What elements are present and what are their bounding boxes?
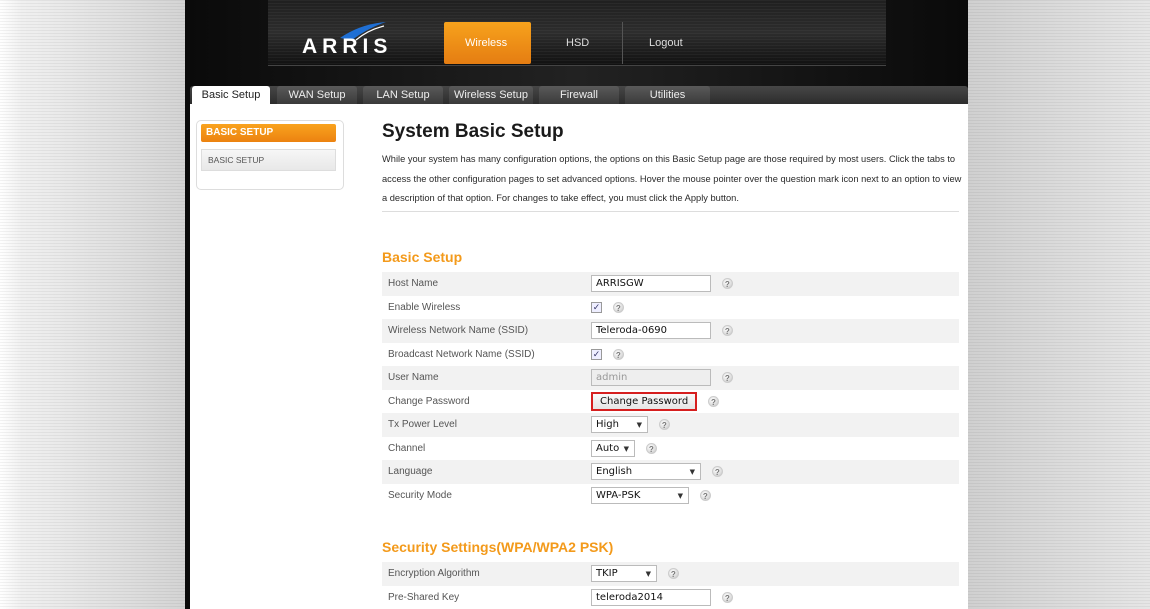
section-title-security-settings: Security Settings(WPA/WPA2 PSK) [382,539,614,555]
tab-lan-setup[interactable]: LAN Setup [363,86,443,104]
table-row: Enable Wireless ✓ ? [382,295,959,319]
sidebar-heading: BASIC SETUP [201,124,336,142]
channel-select[interactable]: Auto ▼ [591,439,635,457]
question-mark-icon[interactable]: ? [721,278,733,290]
host-name-input[interactable]: ARRISGW [591,275,711,293]
table-row: Broadcast Network Name (SSID) ✓ ? [382,342,959,366]
chevron-down-icon: ▼ [623,444,629,453]
table-row: Encryption Algorithm TKIP ▼ ? [382,562,959,586]
encryption-algorithm-select[interactable]: TKIP ▼ [591,565,657,583]
tx-power-value: High [596,419,619,431]
encryption-algorithm-value: TKIP [596,568,618,580]
user-name-input: admin [591,369,711,387]
question-mark-icon[interactable]: ? [699,489,711,501]
pre-shared-key-input[interactable]: teleroda2014 [591,588,711,606]
nav-logout[interactable]: Logout [649,37,683,49]
question-mark-icon[interactable]: ? [645,442,657,454]
broadcast-ssid-label: Broadcast Network Name (SSID) [382,342,591,366]
change-password-label: Change Password [382,389,591,413]
table-row: Channel Auto ▼ ? [382,436,959,460]
page-intro: While your system has many configuration… [382,154,962,203]
question-mark-icon[interactable]: ? [721,591,733,603]
question-mark-icon[interactable]: ? [658,419,670,431]
nav-hsd[interactable]: HSD [566,37,589,49]
table-row: Wireless Network Name (SSID) Teleroda-06… [382,319,959,343]
page-title: System Basic Setup [382,121,564,142]
table-row: Language English ▼ ? [382,460,959,484]
enable-wireless-label: Enable Wireless [382,295,591,319]
security-mode-label: Security Mode [382,483,591,507]
host-name-label: Host Name [382,272,591,296]
question-mark-icon[interactable]: ? [667,568,679,580]
section-title-basic-setup: Basic Setup [382,249,463,265]
ssid-label: Wireless Network Name (SSID) [382,319,591,343]
security-mode-value: WPA-PSK [596,489,641,501]
chevron-down-icon: ▼ [677,491,683,500]
change-password-button[interactable]: Change Password [591,391,698,411]
sidebar-item-basic-setup[interactable]: BASIC SETUP [201,149,336,171]
table-row: Host Name ARRISGW ? [382,272,959,296]
user-name-label: User Name [382,366,591,390]
enable-wireless-checkbox[interactable]: ✓ [591,301,602,313]
nav-separator [622,22,623,64]
nav-wireless[interactable]: Wireless [465,37,507,49]
chevron-down-icon: ▼ [636,421,642,430]
chevron-down-icon: ▼ [689,468,695,477]
question-mark-icon[interactable]: ? [612,301,624,313]
channel-value: Auto [596,442,620,454]
question-mark-icon[interactable]: ? [707,395,719,407]
table-row: Security Mode WPA-PSK ▼ ? [382,483,959,507]
question-mark-icon[interactable]: ? [711,466,723,478]
encryption-algorithm-label: Encryption Algorithm [382,562,591,586]
broadcast-ssid-checkbox[interactable]: ✓ [591,348,602,360]
security-settings-form: Encryption Algorithm TKIP ▼ ? Pre-Shared … [382,562,959,609]
tab-wan-setup[interactable]: WAN Setup [277,86,357,104]
table-row: User Name admin ? [382,366,959,390]
divider [382,211,959,212]
question-mark-icon[interactable]: ? [721,325,733,337]
background-left [0,0,185,609]
tab-wireless-setup[interactable]: Wireless Setup [449,86,533,104]
table-row: Pre-Shared Key teleroda2014 ? [382,585,959,609]
language-value: English [596,466,633,478]
tx-power-label: Tx Power Level [382,413,591,437]
table-row: Tx Power Level High ▼ ? [382,413,959,437]
channel-label: Channel [382,436,591,460]
pre-shared-key-label: Pre-Shared Key [382,585,591,609]
security-mode-select[interactable]: WPA-PSK ▼ [591,486,689,504]
tab-utilities[interactable]: Utilities [625,86,710,104]
basic-setup-form: Host Name ARRISGW ? Enable Wireless ✓ ? … [382,272,959,507]
chevron-down-icon: ▼ [645,570,651,579]
question-mark-icon[interactable]: ? [612,348,624,360]
question-mark-icon[interactable]: ? [721,372,733,384]
language-select[interactable]: English ▼ [591,463,701,481]
language-label: Language [382,460,591,484]
background-right [968,0,1150,609]
table-row: Change Password Change Password ? [382,389,959,413]
ssid-input[interactable]: Teleroda-0690 [591,322,711,340]
tx-power-select[interactable]: High ▼ [591,416,648,434]
tab-firewall[interactable]: Firewall [539,86,619,104]
tab-basic-setup[interactable]: Basic Setup [192,86,270,104]
arris-logo: ARRIS [302,35,393,58]
